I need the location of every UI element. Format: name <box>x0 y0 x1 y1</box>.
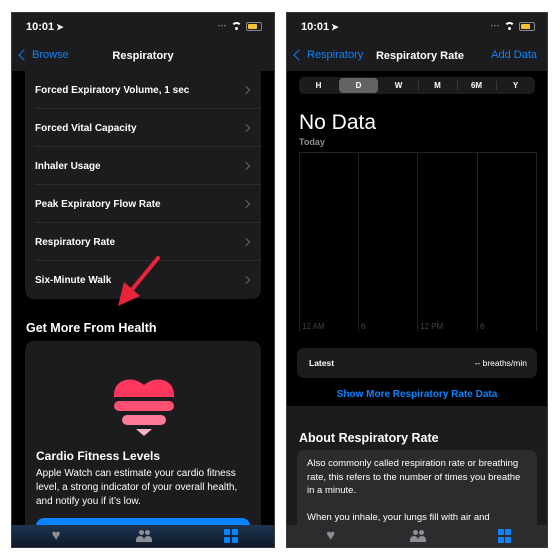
battery-icon <box>519 22 535 31</box>
section-title: Get More From Health <box>26 321 157 335</box>
about-title: About Respiratory Rate <box>299 431 439 445</box>
segment-hour[interactable]: H <box>299 77 338 94</box>
list-item-label: Inhaler Usage <box>35 160 101 172</box>
location-icon: ➤ <box>331 22 339 32</box>
chevron-right-icon <box>241 123 251 133</box>
list-item-fev1[interactable]: Forced Expiratory Volume, 1 sec <box>25 71 261 109</box>
card-title: Cardio Fitness Levels <box>36 449 161 463</box>
status-time: 10:01 ➤ <box>26 21 64 33</box>
tab-bar: ♥ <box>287 525 547 547</box>
phone-screen-respiratory: 10:01 ➤ ••• Browse Respiratory Forced Exp… <box>11 12 275 548</box>
chart-headline: No Data <box>299 111 377 134</box>
segment-month[interactable]: M <box>418 77 457 94</box>
heart-icon[interactable]: ♥ <box>48 528 64 543</box>
show-more-data-link[interactable]: Show More Respiratory Rate Data <box>287 389 547 400</box>
segment-year[interactable]: Y <box>496 77 535 94</box>
sharing-icon[interactable] <box>136 529 153 543</box>
respiratory-rate-chart[interactable]: 12 AM 6 12 PM 6 <box>299 152 537 331</box>
latest-value: -- breaths/min <box>474 358 527 368</box>
list-item-label: Forced Vital Capacity <box>35 122 137 134</box>
phone-screen-respiratory-rate: 10:01 ➤ ••• Respiratory Respiratory Rate … <box>286 12 548 548</box>
x-axis-label: 6 <box>480 322 485 331</box>
chevron-right-icon <box>241 237 251 247</box>
location-icon: ➤ <box>56 22 64 32</box>
segment-6-months[interactable]: 6M <box>457 77 496 94</box>
browse-grid-icon[interactable] <box>497 529 512 543</box>
list-item-label: Respiratory Rate <box>35 236 116 248</box>
navigation-bar: Respiratory Respiratory Rate Add Data <box>287 43 547 71</box>
chevron-right-icon <box>241 275 251 285</box>
cardio-fitness-card: Cardio Fitness Levels Apple Watch can es… <box>25 341 261 547</box>
wifi-icon <box>231 22 242 31</box>
heart-icon[interactable]: ♥ <box>323 528 339 543</box>
segment-day[interactable]: D <box>339 78 378 93</box>
card-body: Apple Watch can estimate your cardio fit… <box>36 468 238 507</box>
list-item-fvc[interactable]: Forced Vital Capacity <box>25 109 261 147</box>
about-paragraph: When you inhale, your lungs fill with ai… <box>307 511 490 523</box>
annotation-arrow-icon <box>118 256 160 306</box>
chevron-right-icon <box>241 161 251 171</box>
list-item-label: Forced Expiratory Volume, 1 sec <box>35 84 190 96</box>
grid-line <box>417 153 418 331</box>
navigation-bar: Browse Respiratory <box>12 43 274 71</box>
latest-label: Latest <box>309 358 335 368</box>
list-item-inhaler-usage[interactable]: Inhaler Usage <box>25 147 261 185</box>
list-item-label: Peak Expiratory Flow Rate <box>35 198 161 210</box>
status-bar: 10:01 ➤ ••• <box>287 13 547 43</box>
latest-value-row: Latest -- breaths/min <box>297 348 537 378</box>
list-item-peak-flow[interactable]: Peak Expiratory Flow Rate <box>25 185 261 223</box>
sharing-icon[interactable] <box>410 529 427 543</box>
status-time-text: 10:01 <box>26 21 55 33</box>
tab-bar: ♥ <box>12 525 274 547</box>
page-title: Respiratory <box>112 50 174 62</box>
x-axis-label: 12 PM <box>420 322 444 331</box>
status-time: 10:01 ➤ <box>301 21 339 33</box>
segment-week[interactable]: W <box>379 77 418 94</box>
browse-grid-icon[interactable] <box>224 529 238 543</box>
chevron-right-icon <box>241 199 251 209</box>
grid-line <box>358 153 359 331</box>
list-item-label: Six-Minute Walk <box>35 274 112 286</box>
battery-icon <box>246 22 262 31</box>
signal-icon: ••• <box>217 23 227 30</box>
status-bar: 10:01 ➤ ••• <box>12 13 274 43</box>
grid-line <box>477 153 478 331</box>
chart-period: Today <box>299 137 325 147</box>
grid-line <box>299 153 300 331</box>
status-time-text: 10:01 <box>301 21 330 33</box>
x-axis-label: 12 AM <box>302 322 325 331</box>
content-scroll[interactable]: H D W M 6M Y No Data Today 12 AM 6 12 PM… <box>287 71 547 547</box>
signal-icon: ••• <box>490 23 500 30</box>
grid-line <box>536 153 537 331</box>
x-axis-label: 6 <box>361 322 366 331</box>
chevron-right-icon <box>241 85 251 95</box>
about-paragraph: Also commonly called respiration rate or… <box>307 458 521 496</box>
time-range-segmented-control: H D W M 6M Y <box>299 77 535 94</box>
add-data-button[interactable]: Add Data <box>491 49 537 61</box>
content-scroll[interactable]: Forced Expiratory Volume, 1 sec Forced V… <box>12 71 274 547</box>
cardio-heart-icon <box>114 379 174 436</box>
wifi-icon <box>504 22 515 31</box>
